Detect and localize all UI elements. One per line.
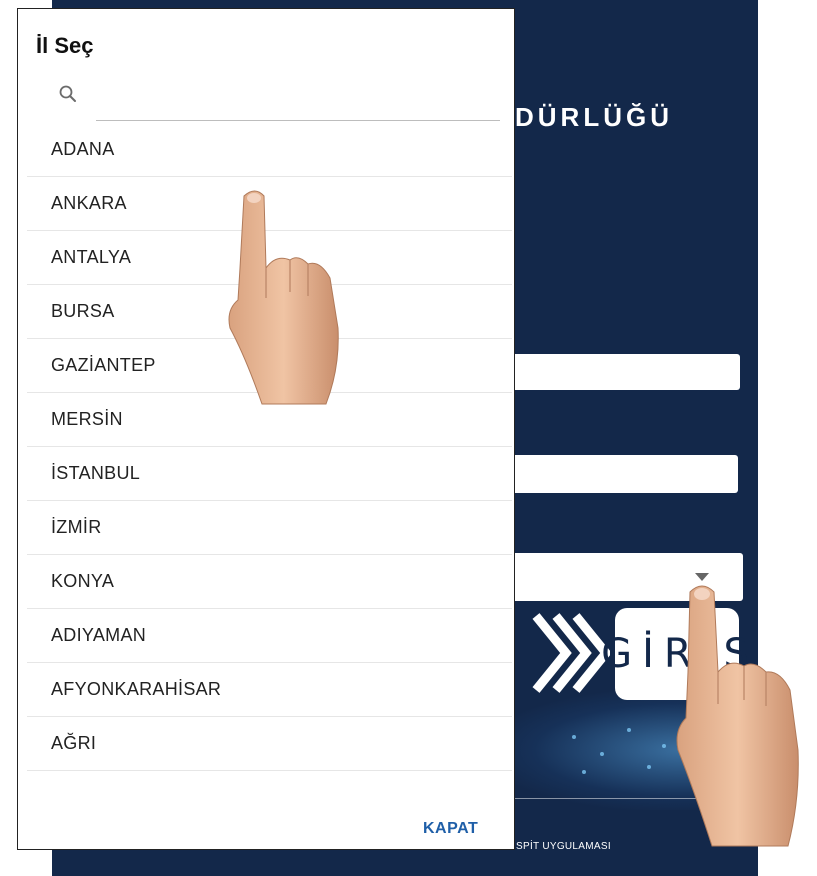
list-item[interactable]: ADANA <box>27 123 512 177</box>
list-item[interactable]: AFYONKARAHİSAR <box>27 663 512 717</box>
search-icon <box>59 85 76 102</box>
particle-dot <box>662 744 666 748</box>
particle-dot <box>627 728 631 732</box>
list-item[interactable]: KONYA <box>27 555 512 609</box>
search-input[interactable] <box>96 84 500 121</box>
particle-dot <box>582 770 586 774</box>
particle-dot <box>600 752 604 756</box>
pointing-hand-icon <box>228 190 339 405</box>
username-field[interactable] <box>505 354 740 390</box>
chevron-icon <box>532 613 610 693</box>
list-item[interactable]: İZMİR <box>27 501 512 555</box>
app-title: DÜRLÜĞÜ <box>515 102 673 132</box>
dialog-title: İl Seç <box>36 33 94 58</box>
list-item[interactable]: AĞRI <box>27 717 512 771</box>
password-field[interactable] <box>505 455 738 493</box>
particle-dot <box>572 735 576 739</box>
list-item[interactable]: İSTANBUL <box>27 447 512 501</box>
particle-dot <box>647 765 651 769</box>
list-item[interactable]: ADIYAMAN <box>27 609 512 663</box>
close-button[interactable]: KAPAT <box>423 820 478 838</box>
footer-text: SPİT UYGULAMASI <box>516 841 611 852</box>
pointing-hand-icon <box>676 585 799 847</box>
